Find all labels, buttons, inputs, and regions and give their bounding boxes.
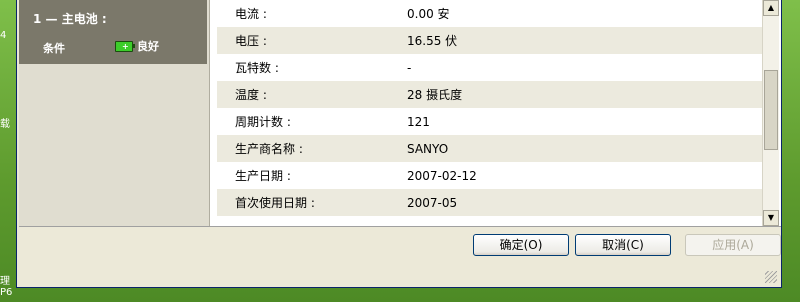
arrow-up-icon: ▲ [767, 3, 775, 12]
battery-icon: + [115, 40, 135, 52]
list-item: 瓦特数 : - [217, 54, 763, 81]
battery-sidebar: 1 — 主电池 : 条件 + 良好 [19, 0, 210, 226]
list-item: 电压 : 16.55 伏 [217, 27, 763, 54]
detail-value: 28 摄氏度 [407, 88, 463, 102]
list-item: 首次使用日期 : 2007-05 [217, 189, 763, 216]
detail-value: 2007-05 [407, 195, 458, 210]
list-item: 周期计数 : 121 [217, 108, 763, 135]
detail-label: 温度 : [235, 88, 267, 102]
detail-value: - [407, 60, 412, 75]
detail-label: 周期计数 : [235, 115, 291, 129]
detail-label: 电压 : [235, 34, 267, 48]
battery-info-panel: 1 — 主电池 : 条件 + 良好 电流 : 0.00 安 电压 : 16.55… [19, 0, 781, 227]
detail-value: 121 [407, 114, 430, 129]
resize-grip[interactable] [765, 271, 777, 283]
list-item: 温度 : 28 摄氏度 [217, 81, 763, 108]
detail-label: 瓦特数 : [235, 61, 279, 75]
detail-value: 2007-02-12 [407, 168, 477, 183]
vertical-scrollbar[interactable]: ▲ ▼ [762, 0, 779, 226]
condition-label: 条件 [43, 42, 65, 55]
desktop-text: P6 [0, 287, 13, 298]
ok-button[interactable]: 确定(O) [473, 234, 569, 256]
scroll-thumb[interactable] [764, 70, 778, 150]
detail-label: 生产日期 : [235, 169, 291, 183]
detail-value: SANYO [407, 141, 449, 156]
battery-entry[interactable]: 1 — 主电池 : 条件 + 良好 [19, 0, 207, 64]
condition-status: + 良好 [115, 38, 159, 54]
desktop-text: 理 [0, 276, 10, 287]
battery-details-list: 电流 : 0.00 安 电压 : 16.55 伏 瓦特数 : - 温度 : 28… [217, 0, 763, 226]
scroll-up-button[interactable]: ▲ [763, 0, 779, 16]
list-item: 生产日期 : 2007-02-12 [217, 162, 763, 189]
battery-title: 1 — 主电池 : [33, 12, 107, 26]
cancel-button[interactable]: 取消(C) [575, 234, 671, 256]
detail-value: 0.00 安 [407, 7, 450, 21]
apply-button[interactable]: 应用(A) [685, 234, 781, 256]
detail-value: 16.55 伏 [407, 34, 458, 48]
condition-value: 良好 [137, 40, 159, 53]
desktop-text: 载 [0, 119, 10, 130]
list-item: 生产商名称 : SANYO [217, 135, 763, 162]
battery-properties-window: 1 — 主电池 : 条件 + 良好 电流 : 0.00 安 电压 : 16.55… [16, 0, 782, 288]
list-item: 电流 : 0.00 安 [217, 0, 763, 27]
desktop-text: 4 [0, 30, 7, 41]
detail-label: 生产商名称 : [235, 142, 303, 156]
arrow-down-icon: ▼ [767, 213, 775, 222]
detail-label: 首次使用日期 : [235, 196, 315, 210]
detail-label: 电流 : [235, 7, 267, 21]
scroll-down-button[interactable]: ▼ [763, 210, 779, 226]
